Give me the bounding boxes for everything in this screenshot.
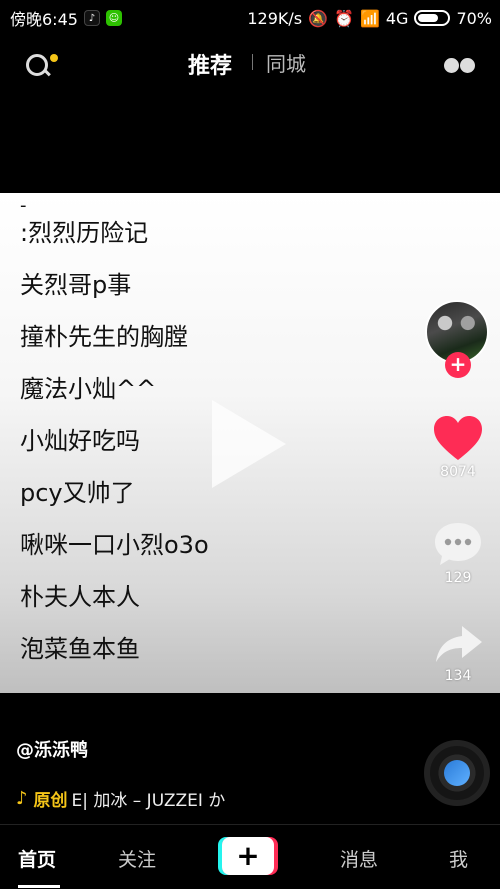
- author-avatar-group: +: [425, 300, 489, 378]
- alarm-icon: ⏰: [334, 8, 354, 28]
- network-type: 4G: [385, 8, 409, 28]
- heart-icon: [434, 416, 482, 460]
- play-icon[interactable]: [212, 400, 286, 488]
- nav-messages[interactable]: 消息: [340, 845, 378, 872]
- caption-line: pcy又帅了: [20, 479, 135, 507]
- caption-line: 关烈哥p事: [20, 271, 132, 299]
- video-player[interactable]: - :烈烈历险记 关烈哥p事 撞朴先生的胸膛 魔法小灿^^ 小灿好吃吗 pcy又…: [0, 193, 500, 693]
- music-cover: [444, 760, 470, 786]
- tab-nearby[interactable]: 同城: [266, 48, 306, 77]
- signal-icon: 📶: [359, 8, 380, 28]
- add-video-button[interactable]: +: [218, 837, 278, 875]
- author-name[interactable]: @泺泺鸭: [16, 736, 88, 762]
- plus-icon: +: [222, 837, 274, 875]
- status-time: 傍晚6:45: [10, 10, 78, 29]
- music-original-tag: 原创: [33, 791, 68, 811]
- comment-icon: [435, 523, 481, 565]
- follow-button[interactable]: +: [445, 352, 471, 378]
- tab-recommend[interactable]: 推荐: [188, 48, 232, 80]
- live-icon[interactable]: [444, 58, 476, 74]
- search-icon[interactable]: [22, 50, 60, 80]
- wechat-notification-icon: ☺: [105, 10, 122, 26]
- share-button[interactable]: 134: [430, 622, 486, 684]
- caption-line: :烈烈历险记: [20, 219, 149, 247]
- caption-line: 撞朴先生的胸膛: [20, 323, 188, 351]
- status-bar: 傍晚6:45 ♪ ☺ 129K/s 🔕 ⏰ 📶 4G 70%: [0, 0, 500, 36]
- nav-following[interactable]: 关注: [118, 845, 156, 872]
- like-count: 8074: [440, 464, 476, 480]
- caption-line: 小灿好吃吗: [20, 427, 140, 455]
- music-title: E| 加冰 – JUZZEI か: [71, 791, 226, 811]
- battery-icon: [414, 10, 451, 26]
- comment-count: 129: [444, 570, 472, 586]
- share-arrow-icon: [436, 626, 482, 662]
- bottom-nav: 首页 关注 + 消息 我: [0, 824, 500, 889]
- music-info[interactable]: ♪ 原创 E| 加冰 – JUZZEI か: [16, 786, 225, 811]
- mute-icon: 🔕: [308, 8, 329, 28]
- nav-active-indicator: [18, 885, 60, 888]
- network-speed: 129K/s: [247, 8, 303, 28]
- caption-line: 泡菜鱼本鱼: [20, 635, 140, 663]
- tiktok-notification-icon: ♪: [83, 10, 100, 26]
- nav-home[interactable]: 首页: [18, 845, 56, 872]
- caption-line: 魔法小灿^^: [20, 375, 157, 403]
- top-nav: 推荐 同城: [0, 36, 500, 92]
- nav-me[interactable]: 我: [449, 845, 468, 872]
- tab-divider: [252, 54, 253, 70]
- comment-button[interactable]: 129: [430, 520, 486, 586]
- battery-level: 70%: [456, 8, 492, 28]
- caption-line: 啾咪一口小烈o3o: [20, 531, 209, 559]
- music-note-icon: ♪: [16, 788, 28, 809]
- music-disc-icon[interactable]: [424, 740, 490, 806]
- like-button[interactable]: 8074: [430, 414, 486, 480]
- caption-line: 朴夫人本人: [20, 583, 140, 611]
- share-count: 134: [444, 668, 472, 684]
